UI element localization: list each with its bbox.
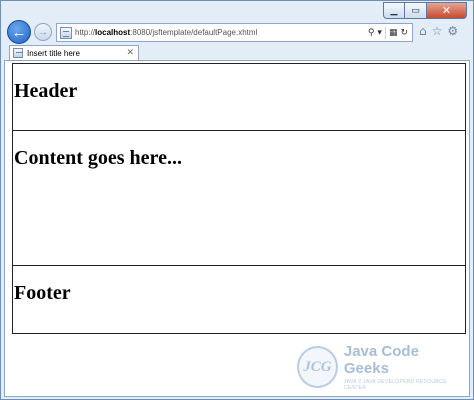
url-text[interactable]: http://localhost:8080/jsftemplate/defaul… — [75, 28, 368, 37]
divider — [384, 26, 386, 39]
forward-arrow-icon[interactable]: → — [34, 23, 52, 41]
url-prefix: http:// — [75, 28, 96, 37]
maximize-icon[interactable]: ▭ — [405, 2, 427, 19]
settings-gear-icon[interactable]: ⚙ — [447, 24, 458, 38]
search-icon[interactable]: ⚲ — [368, 28, 375, 38]
navigation-bar: ← → http://localhost:8080/jsftemplate/de… — [1, 19, 473, 45]
compatibility-view-icon[interactable]: ▦ — [389, 28, 398, 38]
content-section: Content goes here... — [13, 131, 465, 266]
tab-title: Insert title here — [27, 48, 80, 58]
page-icon — [60, 26, 72, 39]
browser-window: ▁ ▭ ✕ ← → http://localhost:8080/jsftempl… — [0, 0, 474, 400]
address-tools: ⚲ ▾ ▦ ↻ — [368, 26, 412, 39]
header-section: Header — [13, 64, 465, 131]
footer-section: Footer — [14, 282, 71, 304]
page-viewport: Header Content goes here... Footer JCG J… — [4, 60, 470, 397]
tab-page-icon — [13, 48, 23, 58]
jcg-badge-icon: JCG — [297, 346, 338, 388]
layout-table: Header Content goes here... Footer — [12, 63, 466, 334]
tab-close-icon[interactable]: ✕ — [126, 48, 138, 58]
dropdown-chevron-icon[interactable]: ▾ — [377, 28, 382, 38]
browser-toolbar-icons: ⌂ ☆ ⚙ — [419, 24, 458, 38]
refresh-icon[interactable]: ↻ — [400, 28, 408, 38]
url-host: localhost — [95, 28, 131, 37]
favorites-star-icon[interactable]: ☆ — [432, 24, 443, 38]
watermark-text: Java Code Geeks JAVA 2 JAVA DEVELOPERS R… — [344, 343, 467, 391]
browser-tab[interactable]: Insert title here ✕ — [9, 45, 139, 60]
watermark-logo: JCG Java Code Geeks JAVA 2 JAVA DEVELOPE… — [297, 343, 467, 391]
url-path: :8080/jsftemplate/defaultPage.xhtml — [130, 28, 258, 37]
tab-strip: Insert title here ✕ — [1, 45, 473, 60]
address-bar[interactable]: http://localhost:8080/jsftemplate/defaul… — [56, 23, 413, 42]
watermark-title: Java Code Geeks — [343, 343, 419, 377]
window-caption-buttons: ▁ ▭ ✕ — [383, 2, 467, 20]
watermark-subtitle: JAVA 2 JAVA DEVELOPERS RESOURCE CENTER — [343, 379, 447, 391]
back-arrow-icon[interactable]: ← — [7, 20, 31, 44]
close-window-icon[interactable]: ✕ — [427, 2, 467, 19]
minimize-icon[interactable]: ▁ — [383, 2, 405, 19]
home-icon[interactable]: ⌂ — [419, 24, 427, 38]
